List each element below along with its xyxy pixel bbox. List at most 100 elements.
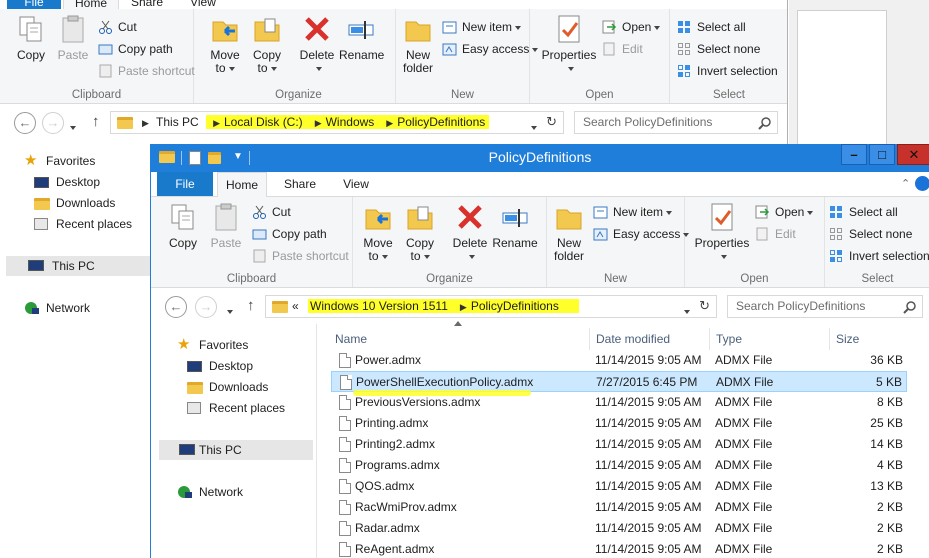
properties-button[interactable]: Properties xyxy=(693,201,751,263)
nav-downloads[interactable]: Downloads xyxy=(187,377,268,397)
invert-selection-button[interactable]: Invert selection xyxy=(677,61,778,81)
breadcrumb-local-disk[interactable]: Local Disk (C:) xyxy=(224,115,303,129)
easy-access-button[interactable]: Easy access xyxy=(442,39,539,59)
breadcrumb-this-pc[interactable]: This PC xyxy=(156,115,199,129)
refresh-icon[interactable]: ↻ xyxy=(699,298,710,314)
close-button[interactable]: ✕ xyxy=(897,144,929,165)
move-to-button[interactable]: Move to xyxy=(203,13,247,75)
breadcrumb-policydefinitions[interactable]: PolicyDefinitions xyxy=(471,299,559,313)
table-row[interactable]: Printing.admx 11/14/2015 9:05 AM ADMX File… xyxy=(331,413,907,434)
easy-access-button[interactable]: Easy access xyxy=(593,224,690,244)
pane-divider[interactable] xyxy=(316,324,317,558)
address-dropdown-icon[interactable] xyxy=(531,120,537,134)
paste-shortcut-button[interactable]: Paste shortcut xyxy=(252,246,349,266)
column-header-name[interactable]: Name xyxy=(329,328,590,350)
table-row[interactable]: QOS.admx 11/14/2015 9:05 AM ADMX File 13 KB xyxy=(331,476,907,497)
address-bar[interactable]: ▶ This PC ▶ Local Disk (C:) ▶ Windows ▶ Polic… xyxy=(110,111,564,134)
nav-favorites[interactable]: ★ Favorites xyxy=(24,151,95,171)
open-button[interactable]: Open xyxy=(755,202,814,222)
up-arrow-icon[interactable]: ↑ xyxy=(247,297,255,314)
table-row[interactable]: ReAgent.admx 11/14/2015 9:05 AM ADMX File 2… xyxy=(331,539,907,558)
back-button[interactable]: ← xyxy=(165,296,187,318)
recent-locations-icon[interactable] xyxy=(227,304,233,318)
column-header-date[interactable]: Date modified xyxy=(590,328,710,350)
new-folder-button[interactable]: New folder xyxy=(396,13,440,75)
properties-button[interactable]: Properties xyxy=(540,13,598,75)
column-header-type[interactable]: Type xyxy=(710,328,830,350)
copy-to-button[interactable]: Copy to xyxy=(398,201,442,263)
breadcrumb-windows[interactable]: Windows xyxy=(326,115,375,129)
address-bar[interactable]: « Windows 10 Version 1511 ▶ PolicyDefiniti… xyxy=(265,295,717,318)
rename-button[interactable]: Rename xyxy=(339,13,384,62)
search-input[interactable]: Search PolicyDefinitions xyxy=(727,295,923,318)
paste-shortcut-button[interactable]: Paste shortcut xyxy=(98,61,195,81)
copy-to-button[interactable]: Copy to xyxy=(245,13,289,75)
maximize-button[interactable]: □ xyxy=(869,144,895,165)
edit-button[interactable]: Edit xyxy=(602,39,643,59)
paste-button[interactable]: Paste xyxy=(51,13,95,62)
nav-downloads[interactable]: Downloads xyxy=(34,193,115,213)
up-arrow-icon[interactable]: ↑ xyxy=(92,113,100,130)
copy-path-button[interactable]: Copy path xyxy=(252,224,327,244)
tab-view[interactable]: View xyxy=(331,172,381,196)
table-row[interactable]: RacWmiProv.admx 11/14/2015 9:05 AM ADMX Fi… xyxy=(331,497,907,518)
search-input[interactable]: Search PolicyDefinitions xyxy=(574,111,778,134)
table-row[interactable]: Radar.admx 11/14/2015 9:05 AM ADMX File 2 K… xyxy=(331,518,907,539)
help-icon[interactable] xyxy=(915,176,929,191)
refresh-icon[interactable]: ↻ xyxy=(546,114,557,130)
open-icon xyxy=(755,205,770,219)
select-none-button[interactable]: Select none xyxy=(829,224,912,244)
minimize-button[interactable]: – xyxy=(841,144,867,165)
rename-button[interactable]: Rename xyxy=(492,201,538,250)
breadcrumb-windows-10[interactable]: Windows 10 Version 1511 xyxy=(310,299,448,313)
new-folder-button[interactable]: New folder xyxy=(547,201,591,263)
tab-home[interactable]: Home xyxy=(217,172,267,197)
copy-button[interactable]: Copy xyxy=(9,13,53,62)
delete-button[interactable]: Delete xyxy=(295,13,339,75)
nav-network[interactable]: Network xyxy=(24,298,90,318)
table-row[interactable]: PowerShellExecutionPolicy.admx 7/27/2015 … xyxy=(331,371,907,392)
forward-button[interactable]: → xyxy=(195,296,217,318)
recent-locations-icon[interactable] xyxy=(70,120,76,134)
table-row[interactable]: Programs.admx 11/14/2015 9:05 AM ADMX File… xyxy=(331,455,907,476)
table-row[interactable]: Printing2.admx 11/14/2015 9:05 AM ADMX Fil… xyxy=(331,434,907,455)
select-all-button[interactable]: Select all xyxy=(829,202,898,222)
nav-this-pc[interactable]: This PC xyxy=(159,440,313,460)
new-item-button[interactable]: New item xyxy=(442,17,522,37)
column-header-size[interactable]: Size xyxy=(830,328,908,350)
nav-this-pc[interactable]: This PC xyxy=(6,256,150,276)
breadcrumb-overflow-icon[interactable]: « xyxy=(292,299,299,313)
nav-recent-places[interactable]: Recent places xyxy=(187,398,285,418)
back-button[interactable]: ← xyxy=(14,112,36,134)
address-dropdown-icon[interactable] xyxy=(684,304,690,318)
nav-recent-places[interactable]: Recent places xyxy=(34,214,132,234)
copy-label: Copy xyxy=(168,236,197,250)
delete-button[interactable]: Delete xyxy=(448,201,492,263)
copy-button[interactable]: Copy xyxy=(161,201,205,250)
table-row[interactable]: Power.admx 11/14/2015 9:05 AM ADMX File 36 … xyxy=(331,350,907,371)
cut-button[interactable]: Cut xyxy=(98,17,137,37)
forward-button[interactable]: → xyxy=(42,112,64,134)
nav-network[interactable]: Network xyxy=(177,482,243,502)
nav-favorites[interactable]: ★ Favorites xyxy=(177,335,248,355)
cut-button[interactable]: Cut xyxy=(252,202,291,222)
desktop-icon xyxy=(34,177,49,188)
new-item-button[interactable]: New item xyxy=(593,202,673,222)
open-button[interactable]: Open xyxy=(602,17,661,37)
copy-path-button[interactable]: Copy path xyxy=(98,39,173,59)
tab-share[interactable]: Share xyxy=(275,172,325,196)
paste-button[interactable]: Paste xyxy=(204,201,248,250)
invert-selection-button[interactable]: Invert selection xyxy=(829,246,929,266)
file-type: ADMX File xyxy=(716,375,774,389)
edit-button[interactable]: Edit xyxy=(755,224,796,244)
select-none-button[interactable]: Select none xyxy=(677,39,760,59)
select-all-button[interactable]: Select all xyxy=(677,17,746,37)
expand-ribbon-icon[interactable]: ⌃ xyxy=(901,177,910,190)
tab-file[interactable]: File xyxy=(157,172,213,196)
nav-desktop[interactable]: Desktop xyxy=(187,356,253,376)
breadcrumb-policydefinitions[interactable]: PolicyDefinitions xyxy=(397,115,485,129)
paste-label: Paste xyxy=(210,236,242,250)
move-to-button[interactable]: Move to xyxy=(356,201,400,263)
this-pc-icon xyxy=(28,260,44,271)
nav-desktop[interactable]: Desktop xyxy=(34,172,100,192)
